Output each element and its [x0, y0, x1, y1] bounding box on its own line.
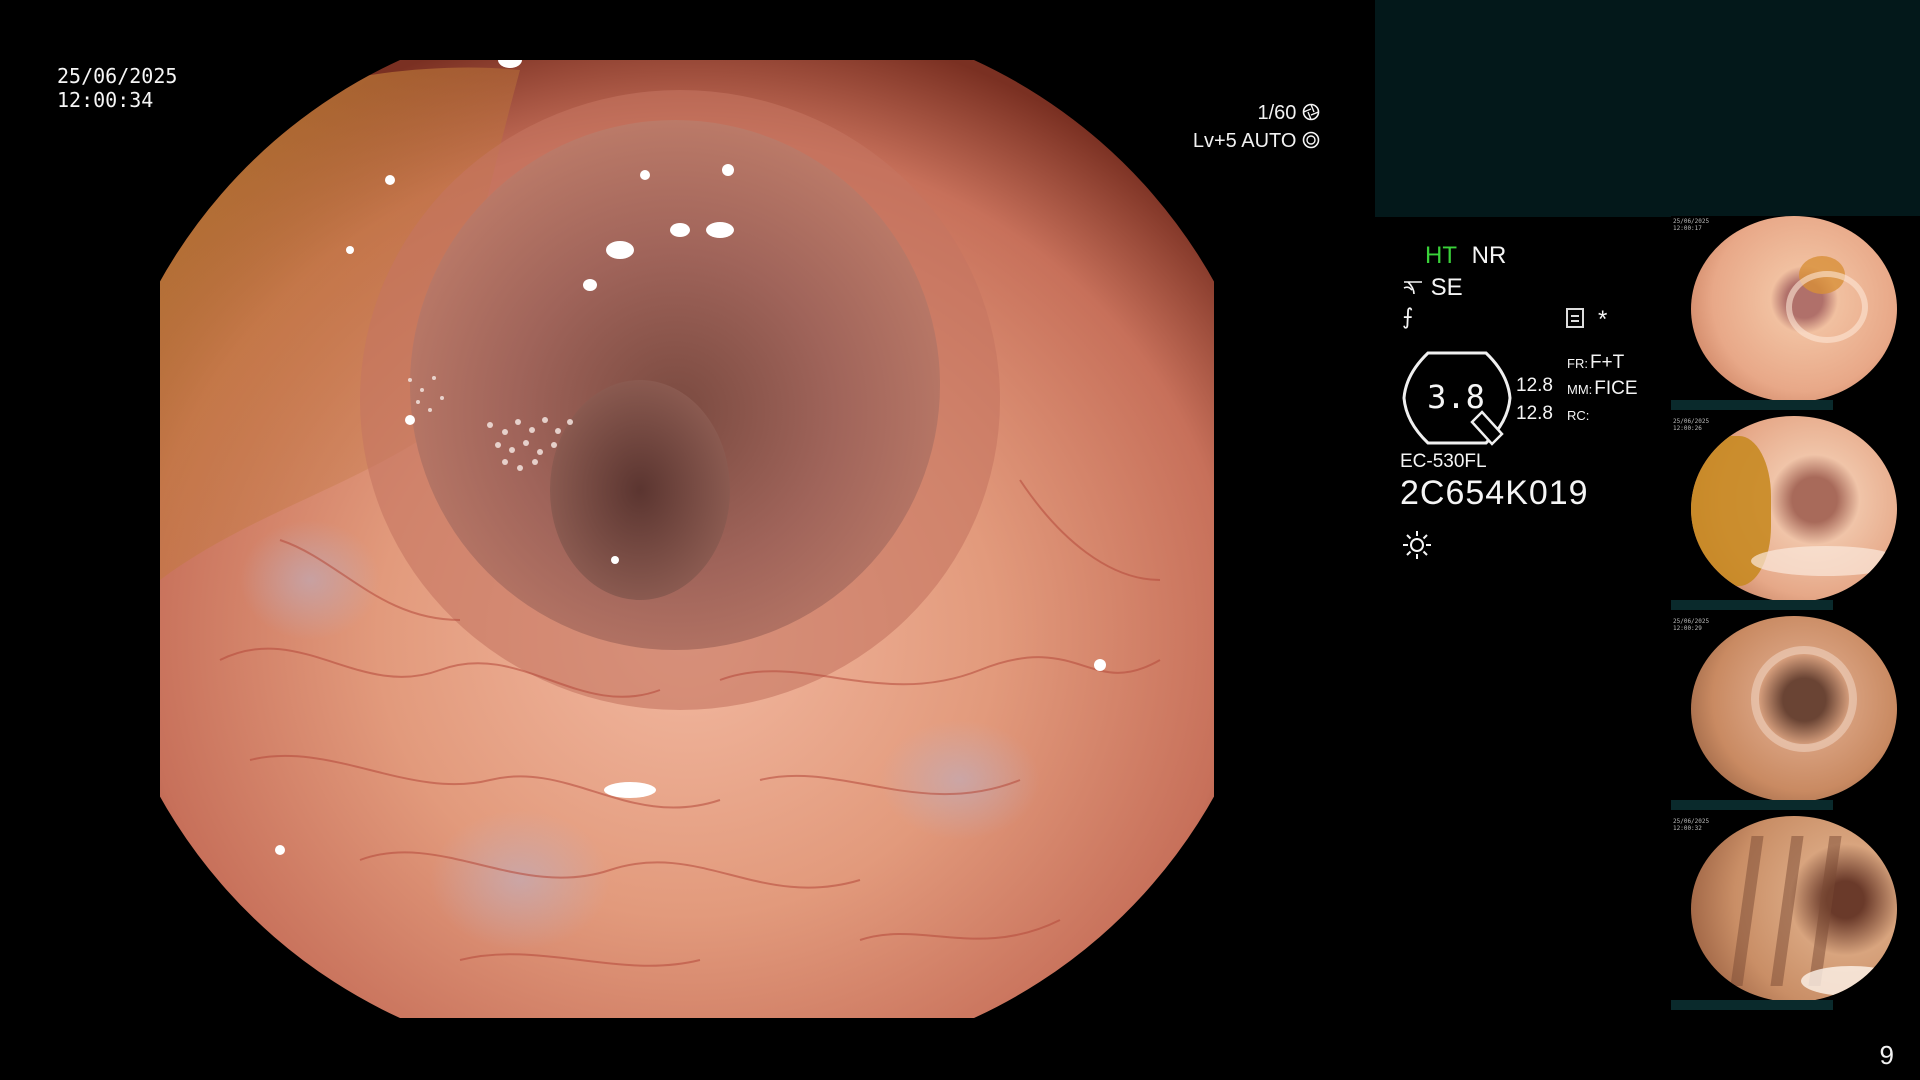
rc-setting-line: RC:: [1567, 402, 1638, 428]
fr-label: FR:: [1567, 356, 1588, 371]
thumbnail-strip: [1671, 600, 1833, 610]
thumbnail-image: [1691, 616, 1897, 802]
mode-ht: HT: [1425, 242, 1457, 269]
fr-setting-line: FR: F+T: [1567, 350, 1638, 376]
mm-value: 12.8: [1516, 403, 1553, 424]
scissors-icon: [1403, 281, 1422, 295]
thumbnail-4[interactable]: 25/06/2025 12:00:32: [1671, 816, 1920, 1010]
memo-icon: [1566, 308, 1584, 328]
brightness-level: Lv+5: [1192, 130, 1237, 152]
thumbnail-timestamp: 25/06/2025 12:00:26: [1673, 418, 1710, 432]
processing-settings: FR: F+T MM: FICE RC:: [1567, 350, 1638, 428]
mm-setting: FICE: [1594, 378, 1638, 399]
fr-setting: F+T: [1589, 352, 1625, 373]
exposure-readout: 1/60 Lv+5 AUTO: [1193, 99, 1320, 155]
mode-indicators: HT NR: [1425, 242, 1506, 270]
mode-nr: NR: [1471, 242, 1507, 269]
marker-star: *: [1598, 306, 1608, 333]
thumbnail-strip: [1671, 800, 1833, 810]
page-number: 9: [1879, 1040, 1894, 1070]
structure-enhancement: SE: [1402, 274, 1463, 302]
se-label: SE: [1430, 274, 1463, 301]
scope-serial: 2C654K019: [1400, 474, 1589, 512]
thumbnail-timestamp: 25/06/2025 12:00:32: [1673, 818, 1710, 832]
shutter-icon: [1302, 103, 1320, 121]
thumbnail-1[interactable]: 25/06/2025 12:00:17: [1671, 216, 1920, 410]
fr-value: 12.8: [1516, 375, 1553, 396]
date-time-overlay: 25/06/2025 12:00:34: [57, 64, 177, 112]
scope-model: EC-530FL: [1400, 451, 1487, 472]
mm-label: MM:: [1567, 382, 1593, 397]
shutter-speed: 1/60: [1257, 102, 1297, 124]
thumbnail-image: [1691, 416, 1897, 602]
thumbnail-image: [1691, 216, 1897, 402]
shutter-line: 1/60: [1193, 99, 1320, 127]
mm-setting-line: MM: FICE: [1567, 376, 1638, 402]
capture-date: 25/06/2025: [57, 64, 178, 88]
iris-mode: AUTO: [1241, 130, 1297, 152]
thumbnail-timestamp: 25/06/2025 12:00:17: [1673, 218, 1710, 232]
thumbnail-strip: [1671, 400, 1833, 410]
thumbnail-image: [1691, 816, 1897, 1002]
thumbnail-strip: [1671, 1000, 1833, 1010]
zoom-value: 3.8: [1427, 378, 1485, 416]
iris-icon: [1302, 131, 1320, 149]
level-line: Lv+5 AUTO: [1193, 127, 1320, 155]
thumbnail-timestamp: 25/06/2025 12:00:29: [1673, 618, 1710, 632]
thumbnail-3[interactable]: 25/06/2025 12:00:29: [1671, 616, 1920, 810]
endoscope-main-view: [160, 60, 1214, 1018]
measurement-values: 12.8 12.8: [1516, 372, 1553, 428]
capture-time: 12:00:34: [57, 88, 154, 112]
fx-icon: ⨍: [1402, 304, 1414, 329]
light-icon: [1403, 531, 1431, 559]
thumbnail-2[interactable]: 25/06/2025 12:00:26: [1671, 416, 1920, 610]
rc-label: RC:: [1567, 408, 1590, 423]
info-display-box: [1375, 0, 1920, 217]
